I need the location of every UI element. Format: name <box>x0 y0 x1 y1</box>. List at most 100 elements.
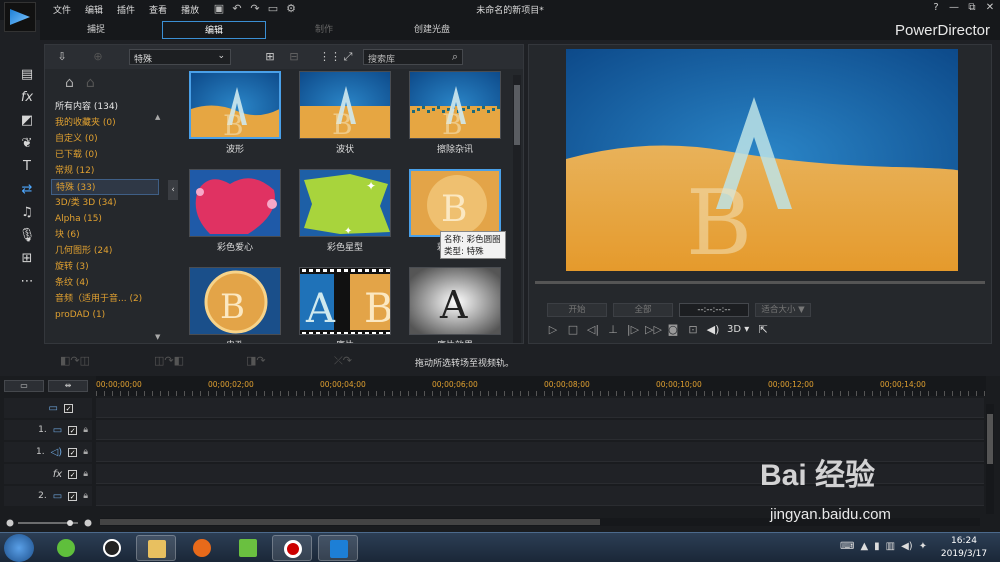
transition-tile[interactable]: B 波状 <box>299 71 391 155</box>
transition-tile[interactable]: B 电孔 <box>189 267 281 343</box>
keyboard-icon[interactable]: ⌨ <box>840 541 854 552</box>
collapse-panel-button[interactable]: ‹ <box>168 180 178 200</box>
taskbar-clock[interactable]: 16:24 2019/3/17 <box>936 535 992 561</box>
hscroll-thumb[interactable] <box>100 519 600 525</box>
undock-icon[interactable]: ⇱ <box>755 323 771 336</box>
3d-mode-button[interactable]: 3D ▾ <box>725 324 751 335</box>
restore-button[interactable]: ⧉ <box>966 2 978 13</box>
transition-thumbnail[interactable] <box>189 169 281 237</box>
fit-timeline-button[interactable]: ⇹ <box>48 380 88 392</box>
track-enable-checkbox[interactable]: ✓ <box>64 403 73 413</box>
split-icon[interactable]: ⊥ <box>605 323 621 336</box>
lock-icon[interactable]: 🔒︎ <box>83 469 88 479</box>
expand-icon[interactable]: ⤢ <box>341 50 355 64</box>
fast-forward-icon[interactable]: ▷▷ <box>645 323 662 336</box>
category-item[interactable]: 自定义 (0) <box>51 131 159 147</box>
add-tag-icon[interactable]: ⌂ <box>65 75 74 91</box>
taskbar-app-360[interactable] <box>46 535 86 561</box>
cross-transition-icon[interactable]: ◨↷ <box>246 354 266 367</box>
overlap-transition-icon[interactable]: ⤫↷ <box>334 354 352 368</box>
volume-icon[interactable]: ◀) <box>705 323 721 336</box>
next-frame-icon[interactable]: |▷ <box>625 323 641 336</box>
redo-icon[interactable]: ↷ <box>248 2 262 15</box>
transition-thumbnail[interactable]: ✦ ✦ <box>299 169 391 237</box>
taskbar-app-powerdirector[interactable] <box>318 535 358 561</box>
start-button[interactable] <box>4 534 34 562</box>
import-icon[interactable]: ⇩ <box>55 50 69 64</box>
pip-room-icon[interactable]: ◩ <box>18 112 36 130</box>
menu-item[interactable]: 播放 <box>174 0 206 16</box>
taskbar-app-camtasia[interactable] <box>228 535 268 561</box>
fx-room-icon[interactable]: fx <box>18 89 36 107</box>
category-item[interactable]: 所有内容 (134) <box>51 99 159 115</box>
expand-tray-icon[interactable]: ▲ <box>860 541 868 552</box>
power-icon[interactable]: ✦ <box>919 541 927 552</box>
storyboard-view-button[interactable]: ▭ <box>4 380 44 392</box>
transition-thumbnail[interactable]: B <box>189 71 281 139</box>
remove-tag-icon[interactable]: ⌂ <box>86 75 95 91</box>
snapshot-icon[interactable]: ◙ <box>665 323 681 336</box>
menu-item[interactable]: 编辑 <box>78 0 110 16</box>
chapter-room-icon[interactable]: ⊞ <box>18 250 36 268</box>
postfix-transition-icon[interactable]: ◫↷◧ <box>154 354 184 367</box>
transition-thumbnail[interactable]: B <box>409 71 501 139</box>
add-to-timeline-icon[interactable]: ⊞ <box>263 50 277 64</box>
download-icon[interactable]: ⊕ <box>91 50 105 64</box>
scroll-down-icon[interactable]: ▼ <box>155 333 160 341</box>
track-enable-checkbox[interactable]: ✓ <box>68 491 78 501</box>
title-room-icon[interactable]: T <box>18 158 36 176</box>
transition-tile[interactable]: 彩色爱心 <box>189 169 281 253</box>
track-enable-checkbox[interactable]: ✓ <box>68 469 78 479</box>
close-button[interactable]: ✕ <box>984 2 996 13</box>
lock-icon[interactable]: 🔒︎ <box>83 425 88 435</box>
category-item[interactable]: 几何图形 (24) <box>51 243 159 259</box>
particle-room-icon[interactable]: ❦ <box>18 135 36 153</box>
transition-thumbnail[interactable]: B <box>189 267 281 335</box>
tab-edit[interactable]: 编辑 <box>162 21 266 39</box>
network-icon[interactable]: ▥ <box>886 541 895 552</box>
track-enable-checkbox[interactable]: ✓ <box>68 447 78 457</box>
speaker-icon[interactable]: ◀) <box>901 541 913 552</box>
transition-room-icon[interactable]: ⇄ <box>18 181 36 199</box>
detach-icon[interactable]: ⊡ <box>685 323 701 336</box>
category-item[interactable]: 块 (6) <box>51 227 159 243</box>
settings-gear-icon[interactable]: ⚙ <box>284 2 298 15</box>
help-button[interactable]: ? <box>930 2 942 13</box>
category-item[interactable]: 我的收藏夹 (0) <box>51 115 159 131</box>
tab-create-disc[interactable]: 创建光盘 <box>380 21 484 39</box>
aspect-ratio-icon[interactable]: ▭ <box>266 2 280 15</box>
category-item[interactable]: 条纹 (4) <box>51 275 159 291</box>
transition-thumbnail[interactable]: B <box>409 169 501 237</box>
transition-tile[interactable]: B 擦除杂讯 <box>409 71 501 155</box>
taskbar-app-firefox[interactable] <box>182 535 222 561</box>
fit-size-dropdown[interactable]: 适合大小 ▼ <box>755 303 811 317</box>
search-icon[interactable]: ⌕ <box>452 50 458 64</box>
category-item[interactable]: 特殊 (33) <box>51 179 159 195</box>
track-lane[interactable] <box>96 420 984 440</box>
transition-thumbnail[interactable]: A <box>409 267 501 335</box>
prev-frame-icon[interactable]: ◁| <box>585 323 601 336</box>
category-item[interactable]: Alpha (15) <box>51 211 159 227</box>
category-item[interactable]: 常规 (12) <box>51 163 159 179</box>
transition-tile[interactable]: AB 底片 <box>299 267 391 343</box>
category-item[interactable]: 已下载 (0) <box>51 147 159 163</box>
category-item[interactable]: proDAD (1) <box>51 307 159 323</box>
preview-seek-bar[interactable] <box>535 281 985 284</box>
undo-icon[interactable]: ↶ <box>230 2 244 15</box>
lock-icon[interactable]: 🔒︎ <box>83 447 88 457</box>
transition-thumbnail[interactable]: AB <box>299 267 391 335</box>
taskbar-app-explorer[interactable] <box>136 535 176 561</box>
menu-item[interactable]: 插件 <box>110 0 142 16</box>
menu-item[interactable]: 文件 <box>46 0 78 16</box>
minimize-button[interactable]: — <box>948 2 960 13</box>
timecode-field[interactable]: --:--:--:-- <box>679 303 749 317</box>
prefix-transition-icon[interactable]: ◧↷◫ <box>60 354 90 367</box>
track-lane[interactable] <box>96 398 984 418</box>
scroll-up-icon[interactable]: ▲ <box>155 113 160 121</box>
play-icon[interactable]: ▷ <box>545 323 561 336</box>
taskbar-app-qq[interactable] <box>92 535 132 561</box>
tab-capture[interactable]: 捕捉 <box>44 21 148 39</box>
audio-mixing-icon[interactable]: ♫ <box>18 204 36 222</box>
device-icon[interactable]: ▮ <box>874 541 880 552</box>
vscroll-thumb[interactable] <box>987 414 993 464</box>
